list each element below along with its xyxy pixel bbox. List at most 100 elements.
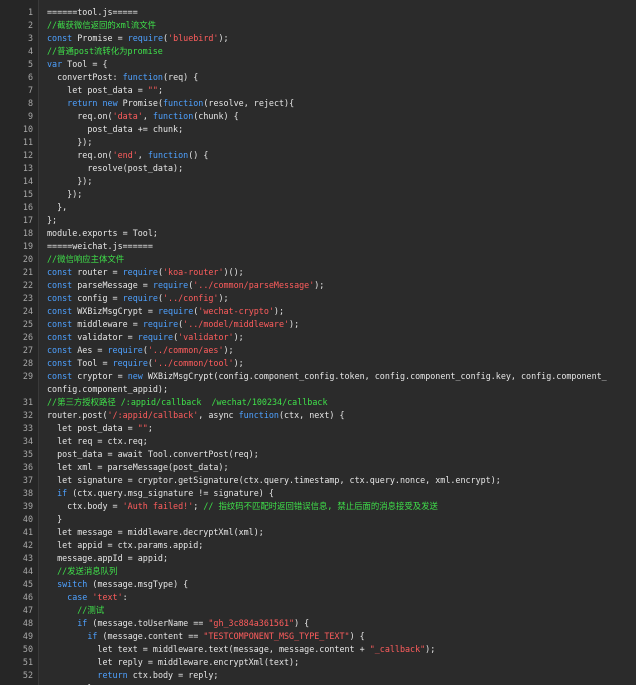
line-number: 44 [22, 566, 33, 576]
code-token-plain: ; [193, 501, 204, 511]
code-token-keyword: require [127, 33, 163, 43]
line-text: //普通post流转化为promise [38, 45, 163, 58]
code-token-keyword: require [122, 293, 158, 303]
code-token-string: 'data' [112, 111, 143, 121]
line-text: post_data += chunk; [38, 123, 183, 136]
line-number: 52 [22, 670, 33, 680]
line-text: switch (message.msgType) { [38, 578, 188, 591]
code-line: 12 req.on('end', function() { [0, 149, 636, 162]
code-token-plain: ); [218, 293, 229, 303]
code-token-plain: parseMessage = [72, 280, 153, 290]
code-token-keyword: new [102, 98, 118, 108]
code-token-keyword: const [47, 293, 73, 303]
code-token-plain: (message.toUserName == [87, 618, 209, 628]
code-token-keyword: const [47, 267, 73, 277]
code-token-keyword: const [47, 319, 73, 329]
code-line: 17}; [0, 214, 636, 227]
code-token-string: '../common/aes' [147, 345, 224, 355]
code-token-plain: ); [233, 358, 244, 368]
line-text: }); [38, 136, 92, 149]
code-token-plain: : [122, 592, 128, 602]
line-number: 23 [22, 293, 33, 303]
line-text: const WXBizMsgCrypt = require('wechat-cr… [38, 305, 284, 318]
code-token-comment: //发送消息队列 [57, 566, 118, 576]
line-text: config.component_appid); [38, 383, 168, 396]
line-text: ======tool.js===== [38, 6, 138, 19]
code-token-plain: let post_data = [47, 423, 138, 433]
code-token-keyword: const [47, 280, 73, 290]
line-text: //发送消息队列 [38, 565, 117, 578]
code-token-plain: Tool = { [62, 59, 108, 69]
code-line: 48 if (message.toUserName == "gh_3c884a3… [0, 617, 636, 630]
code-token-keyword: if [77, 618, 88, 628]
line-number: 12 [22, 150, 33, 160]
code-line: 28 const Tool = require('../common/tool')… [0, 357, 636, 370]
code-token-plain: convertPost: [47, 72, 123, 82]
code-line: 3 const Promise = require('bluebird'); [0, 32, 636, 45]
code-line: 13 resolve(post_data); [0, 162, 636, 175]
code-token-string: "_callback" [369, 644, 426, 654]
line-number: 11 [22, 137, 33, 147]
code-line: 4 //普通post流转化为promise [0, 45, 636, 58]
line-number: 49 [22, 631, 33, 641]
code-token-plain: ctx.body = [47, 501, 123, 511]
line-number: 25 [22, 319, 33, 329]
code-token-keyword: if [57, 488, 68, 498]
line-number: 33 [22, 423, 33, 433]
line-text: let xml = parseMessage(post_data); [38, 461, 228, 474]
code-token-keyword: const [47, 345, 73, 355]
code-token-plain: let appid = ctx.params.appid; [47, 540, 204, 550]
code-token-string: "TESTCOMPONENT_MSG_TYPE_TEXT" [203, 631, 350, 641]
code-token-plain: (ctx, next) { [278, 410, 345, 420]
code-token-keyword: const [47, 371, 73, 381]
line-number: 7 [27, 85, 33, 95]
code-token-string: 'end' [112, 150, 138, 160]
code-line: 21 const router = require('koa-router')()… [0, 266, 636, 279]
line-text: //微信响应主体文件 [38, 253, 124, 266]
line-text: if (message.toUserName == "gh_3c884a3615… [38, 617, 309, 630]
code-line: 15 }); [0, 188, 636, 201]
line-number: 39 [22, 501, 33, 511]
code-token-plain: router.post( [47, 410, 108, 420]
line-text: let text = middleware.text(message, mess… [38, 643, 435, 656]
code-token-comment: //普通post流转化为promise [47, 46, 163, 56]
line-text: }; [38, 214, 57, 227]
code-line: 42 let appid = ctx.params.appid; [0, 539, 636, 552]
code-token-plain: }, [47, 202, 68, 212]
line-text: let post_data = ""; [38, 84, 163, 97]
line-text: } [38, 513, 62, 526]
line-number: 31 [22, 397, 33, 407]
line-number: 37 [22, 475, 33, 485]
code-line: 44 //发送消息队列 [0, 565, 636, 578]
code-area[interactable]: 1 ======tool.js===== 2 //截获微信返回的xml流文件 3 cons… [0, 6, 636, 685]
code-line: 43 message.appId = appid; [0, 552, 636, 565]
code-token-string: '../common/parseMessage' [193, 280, 315, 290]
line-text: if (ctx.query.msg_signature != signature… [38, 487, 274, 500]
code-token-string: "" [147, 85, 158, 95]
code-token-keyword: switch [57, 579, 88, 589]
code-token-plain: ); [223, 345, 234, 355]
line-number: 26 [22, 332, 33, 342]
code-token-plain: =====weichat.js====== [47, 241, 153, 251]
code-token-plain: let req = ctx.req; [47, 436, 148, 446]
line-number: 14 [22, 176, 33, 186]
line-text: message.appId = appid; [38, 552, 168, 565]
line-number: 20 [22, 254, 33, 264]
code-line: 41 let message = middleware.decryptXml(x… [0, 526, 636, 539]
line-text: const router = require('koa-router')(); [38, 266, 244, 279]
code-token-plain: ctx.body = reply; [127, 670, 219, 680]
code-token-plain: req.on( [47, 111, 113, 121]
line-text: module.exports = Tool; [38, 227, 158, 240]
code-line: 50 let text = middleware.text(message, m… [0, 643, 636, 656]
code-editor[interactable]: 1 ======tool.js===== 2 //截获微信返回的xml流文件 3 cons… [0, 0, 636, 685]
code-token-keyword: var [47, 59, 63, 69]
code-token-string: '../config' [162, 293, 219, 303]
line-number: 22 [22, 280, 33, 290]
line-number: 51 [22, 657, 33, 667]
code-token-plain: let signature = cryptor.getSignature(ctx… [47, 475, 501, 485]
code-token-keyword: const [47, 332, 73, 342]
line-text: var Tool = { [38, 58, 108, 71]
code-token-plain: middleware = [72, 319, 143, 329]
code-token-comment: //测试 [77, 605, 105, 615]
